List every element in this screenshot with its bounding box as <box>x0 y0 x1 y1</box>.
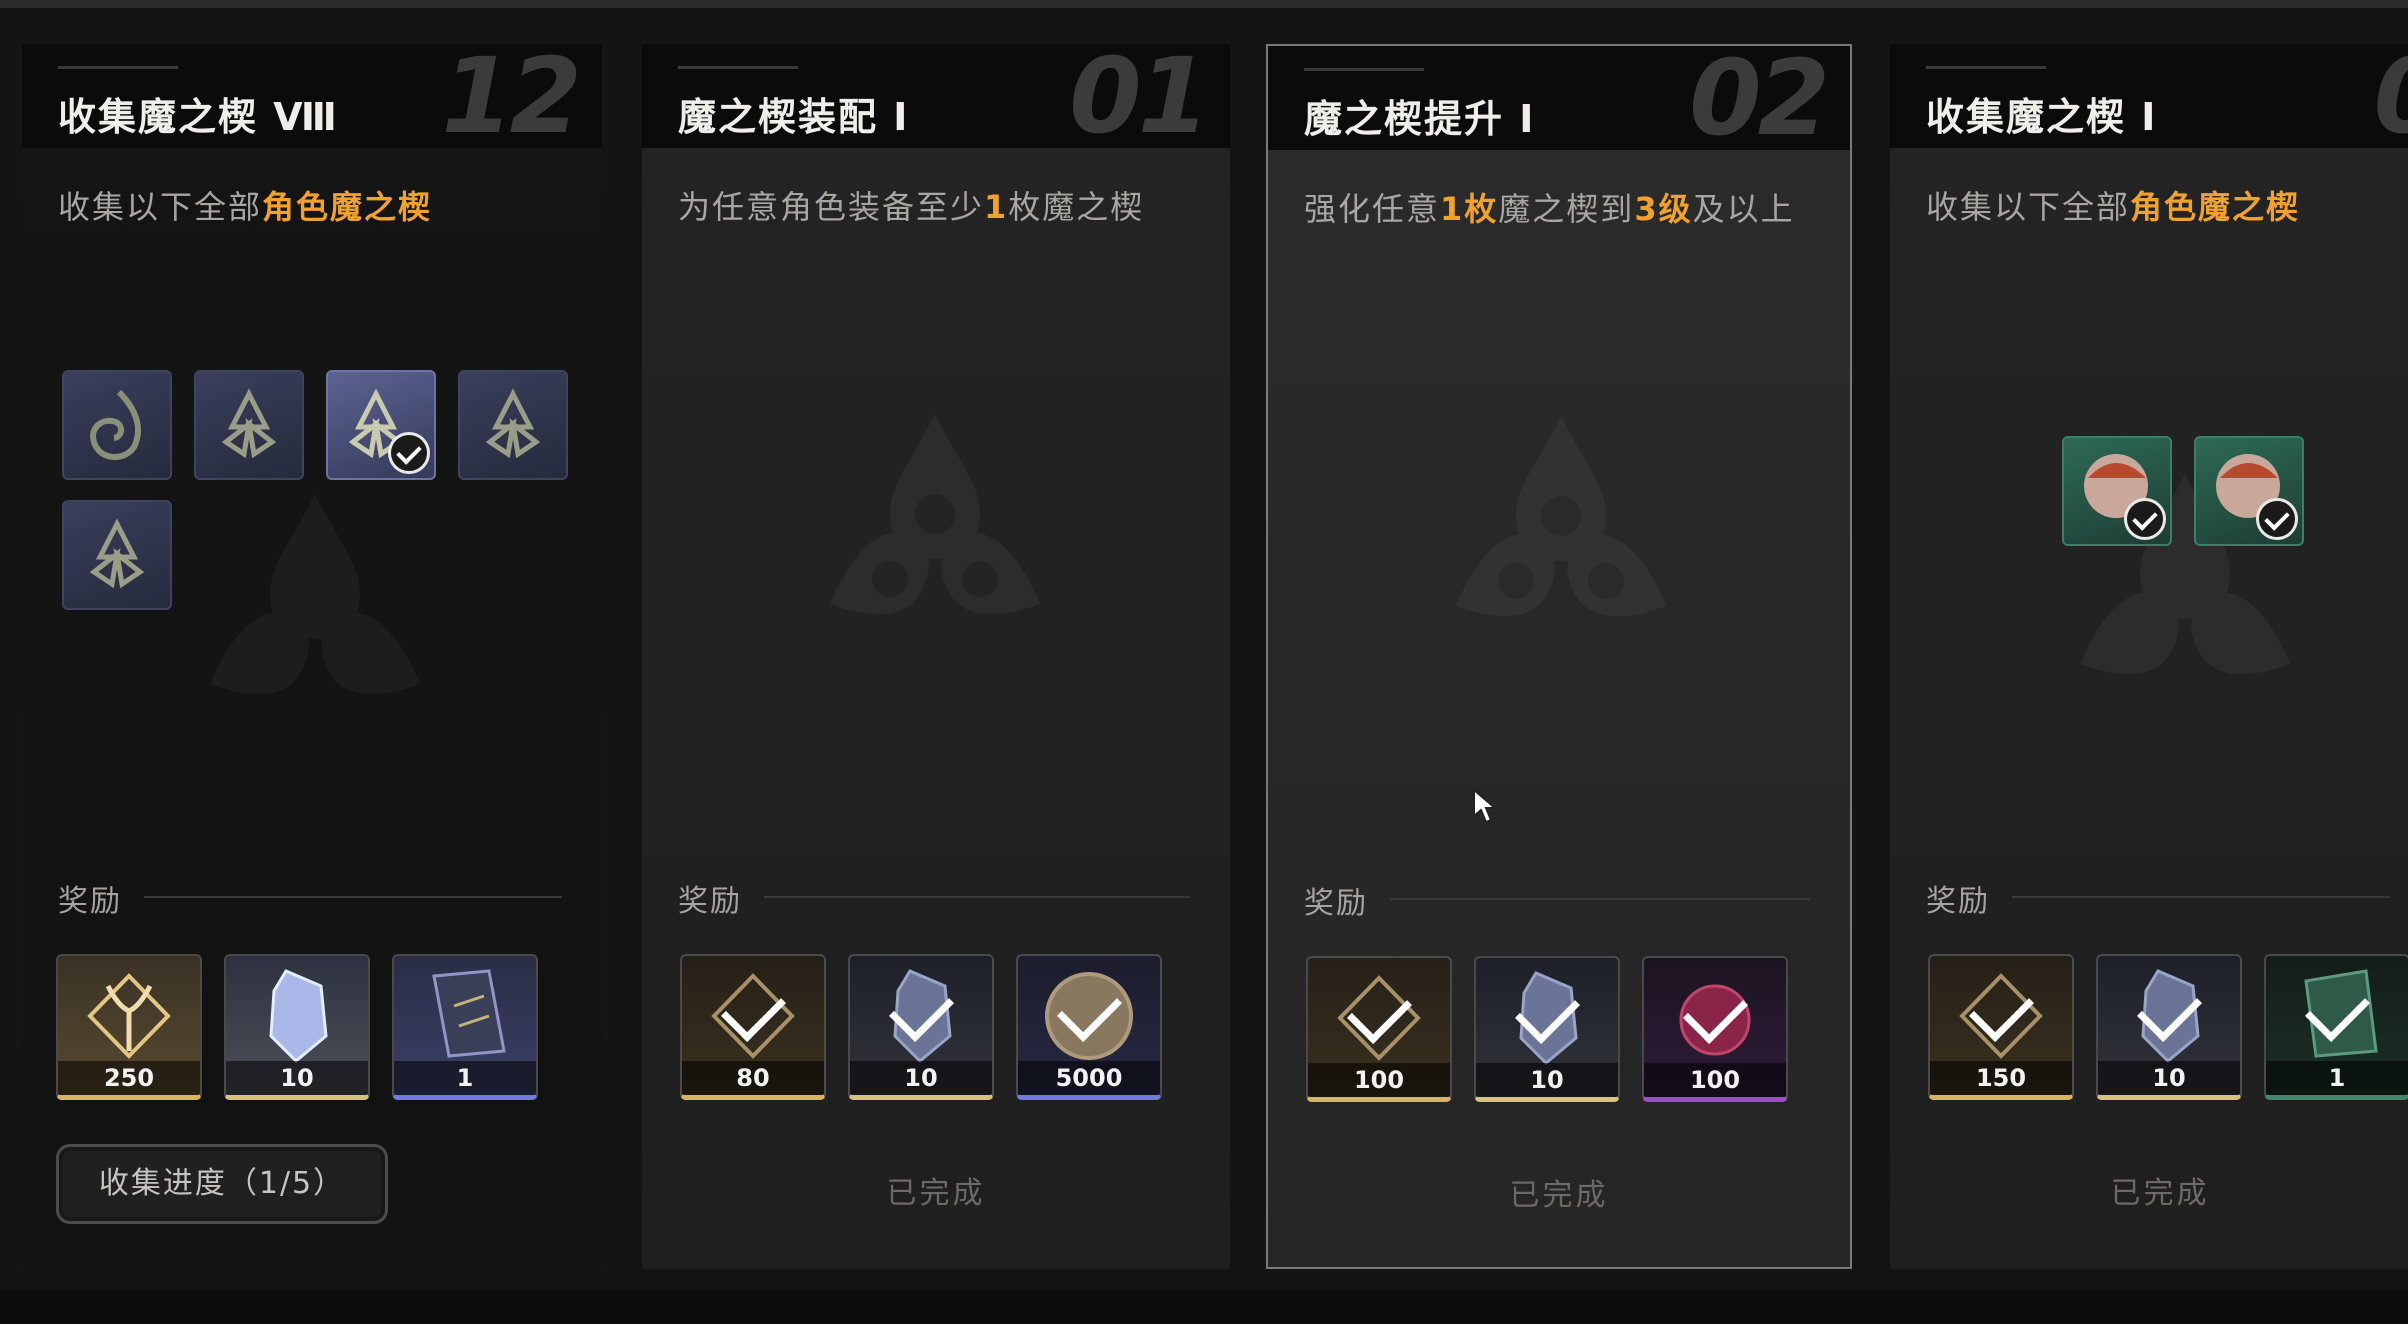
card-header: 02 魔之楔提升 Ⅰ <box>1268 46 1850 150</box>
card-number: 0 <box>2374 44 2408 148</box>
quest-card-collect-i[interactable]: 0 收集魔之楔 Ⅰ 收集以下全部角色魔之楔 奖励 150 10 1 已 <box>1890 44 2408 1269</box>
stigma-slot[interactable] <box>62 500 172 610</box>
stigma-slot-owned[interactable] <box>326 370 436 480</box>
reward-item-claimed[interactable]: 10 <box>2096 954 2242 1100</box>
owned-check-icon <box>2256 498 2298 540</box>
reward-quantity: 150 <box>1930 1061 2072 1095</box>
reward-quantity: 250 <box>58 1061 200 1095</box>
reward-item[interactable]: 1 <box>392 954 538 1100</box>
owned-check-icon <box>388 432 430 474</box>
reward-quantity: 10 <box>850 1061 992 1095</box>
reward-item[interactable]: 10 <box>224 954 370 1100</box>
divider <box>1390 898 1810 900</box>
mouse-cursor-icon <box>1473 788 1498 824</box>
card-header: 01 魔之楔装配 Ⅰ <box>642 44 1230 148</box>
reward-item-claimed[interactable]: 5000 <box>1016 954 1162 1100</box>
reward-quantity: 5000 <box>1018 1061 1160 1095</box>
quest-card-collect-viii[interactable]: 12 收集魔之楔 Ⅷ 收集以下全部角色魔之楔 奖励 250 10 1 收集进度（… <box>22 44 602 1269</box>
tablet-icon <box>432 969 506 1058</box>
card-description: 收集以下全部角色魔之楔 <box>1926 188 2301 226</box>
sigil-watermark-icon <box>210 494 420 695</box>
quest-card-equip-i[interactable]: 01 魔之楔装配 Ⅰ 为任意角色装备至少1枚魔之楔 奖励 80 10 5000 … <box>642 44 1230 1269</box>
card-number: 02 <box>1689 44 1830 159</box>
trinity-stigma-icon <box>89 518 145 589</box>
reward-header: 奖励 <box>678 876 1190 919</box>
card-description: 强化任意1枚魔之楔到3级及以上 <box>1304 190 1795 228</box>
stigma-slot[interactable] <box>62 370 172 480</box>
divider <box>144 896 562 898</box>
reward-quantity: 10 <box>1476 1063 1618 1097</box>
reward-quantity: 10 <box>2098 1061 2240 1095</box>
reward-header: 奖励 <box>1304 878 1810 921</box>
reward-label: 奖励 <box>678 884 742 919</box>
trinity-stigma-icon <box>221 388 277 459</box>
card-title: 魔之楔提升 Ⅰ <box>1304 97 1536 141</box>
card-header: 0 收集魔之楔 Ⅰ <box>1890 44 2408 148</box>
reward-quantity: 10 <box>226 1061 368 1095</box>
reward-item-claimed[interactable]: 150 <box>1928 954 2074 1100</box>
reward-item-claimed[interactable]: 100 <box>1306 956 1452 1102</box>
top-bar <box>0 0 2408 8</box>
collection-progress-button[interactable]: 收集进度（1/5） <box>56 1144 388 1224</box>
reward-item-claimed[interactable]: 10 <box>848 954 994 1100</box>
reward-header: 奖励 <box>1926 876 2390 919</box>
crystal-shard-icon <box>269 969 328 1064</box>
card-description: 收集以下全部角色魔之楔 <box>58 188 433 226</box>
stigma-slot[interactable] <box>194 370 304 480</box>
sigil-watermark-icon <box>1456 416 1666 617</box>
card-description: 为任意角色装备至少1枚魔之楔 <box>678 188 1145 226</box>
reward-item[interactable]: 250 <box>56 954 202 1100</box>
reward-item-claimed[interactable]: 80 <box>680 954 826 1100</box>
quest-card-upgrade-i[interactable]: 02 魔之楔提升 Ⅰ 强化任意1枚魔之楔到3级及以上 奖励 100 10 100… <box>1266 44 1852 1269</box>
reward-item-claimed[interactable]: 10 <box>1474 956 1620 1102</box>
reward-header: 奖励 <box>58 876 562 919</box>
completed-status: 已完成 <box>2110 1176 2210 1211</box>
card-number: 12 <box>441 44 582 157</box>
owned-check-icon <box>2124 498 2166 540</box>
card-number: 01 <box>1069 44 1210 157</box>
reward-quantity: 80 <box>682 1061 824 1095</box>
card-title: 魔之楔装配 Ⅰ <box>678 95 910 139</box>
card-header: 12 收集魔之楔 Ⅷ <box>22 44 602 148</box>
reward-label: 奖励 <box>1926 884 1990 919</box>
reward-item-claimed[interactable]: 100 <box>1642 956 1788 1102</box>
reward-quantity: 1 <box>2266 1061 2408 1095</box>
stigma-slot[interactable] <box>458 370 568 480</box>
completed-status: 已完成 <box>886 1176 986 1211</box>
completed-status: 已完成 <box>1509 1178 1609 1213</box>
reward-quantity: 1 <box>394 1061 536 1095</box>
sigil-watermark-icon <box>830 414 1040 615</box>
reward-quantity: 100 <box>1308 1063 1450 1097</box>
reward-item-claimed[interactable]: 1 <box>2264 954 2408 1100</box>
divider <box>764 896 1190 898</box>
reward-label: 奖励 <box>58 884 122 919</box>
swirl-stigma-icon <box>90 389 141 460</box>
reward-label: 奖励 <box>1304 886 1368 921</box>
reward-quantity: 100 <box>1644 1063 1786 1097</box>
stigma-slot-owned[interactable] <box>2062 436 2172 546</box>
card-title: 收集魔之楔 Ⅰ <box>1926 95 2158 139</box>
stigma-slot-owned[interactable] <box>2194 436 2304 546</box>
bottom-bar <box>0 1290 2408 1324</box>
horned-emblem-icon <box>87 973 171 1059</box>
trinity-stigma-icon <box>485 388 541 459</box>
divider <box>2012 896 2390 898</box>
card-title: 收集魔之楔 Ⅷ <box>58 95 339 139</box>
